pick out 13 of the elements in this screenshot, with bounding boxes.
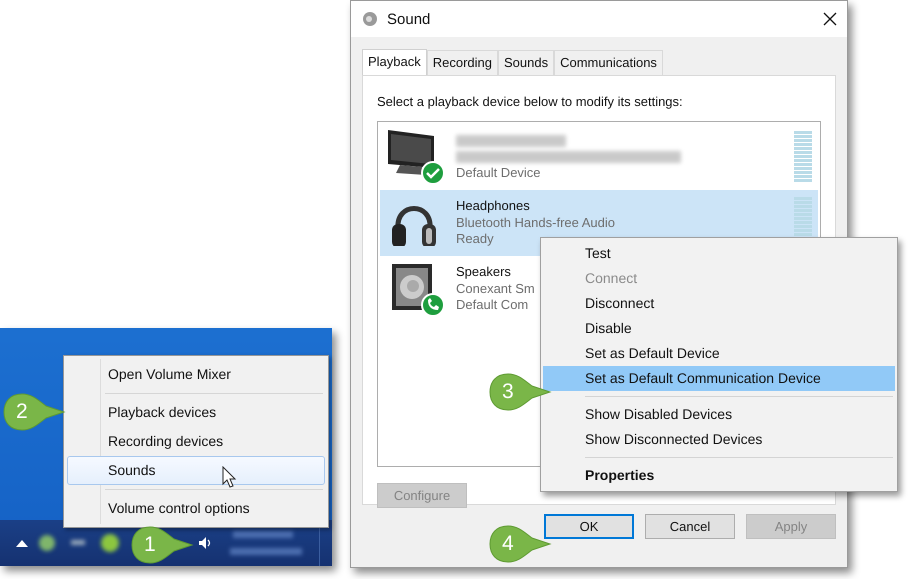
window-title: Sound — [387, 10, 432, 28]
step-number: 4 — [502, 532, 514, 556]
step-number: 2 — [16, 400, 28, 424]
device-description: Bluetooth Hands-free Audio — [456, 214, 615, 232]
device-name: Speakers — [456, 264, 511, 281]
device-status: Ready — [456, 231, 494, 248]
instruction-text: Select a playback device below to modify its settings: — [377, 94, 684, 109]
device-name: Headphones — [456, 198, 530, 215]
step-number: 1 — [144, 533, 156, 557]
device-description: Conexant Sm — [456, 280, 535, 298]
step-number: 3 — [502, 380, 514, 404]
device-status: Default Device — [456, 164, 541, 182]
device-status: Default Com — [456, 297, 528, 314]
